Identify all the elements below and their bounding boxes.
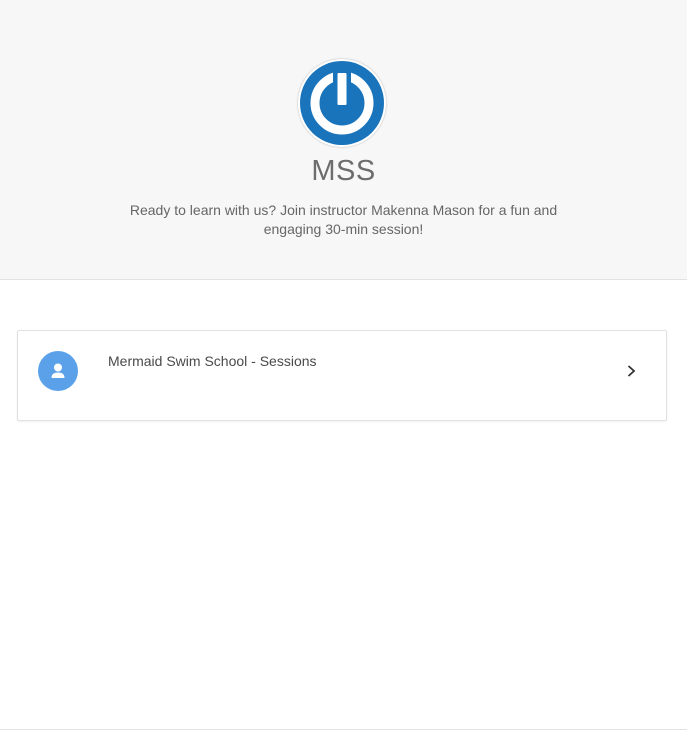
event-type-label: Mermaid Swim School - Sessions xyxy=(108,353,317,369)
booking-page: MSS Ready to learn with us? Join instruc… xyxy=(0,0,687,730)
profile-header: MSS Ready to learn with us? Join instruc… xyxy=(0,0,687,280)
event-avatar xyxy=(38,351,78,391)
profile-logo xyxy=(298,59,386,147)
chevron-right-icon[interactable] xyxy=(624,363,638,379)
power-icon xyxy=(300,61,384,145)
event-type-card[interactable]: Mermaid Swim School - Sessions xyxy=(17,330,667,421)
profile-title: MSS xyxy=(311,155,376,187)
profile-description: Ready to learn with us? Join instructor … xyxy=(129,202,558,237)
user-icon xyxy=(51,363,65,378)
